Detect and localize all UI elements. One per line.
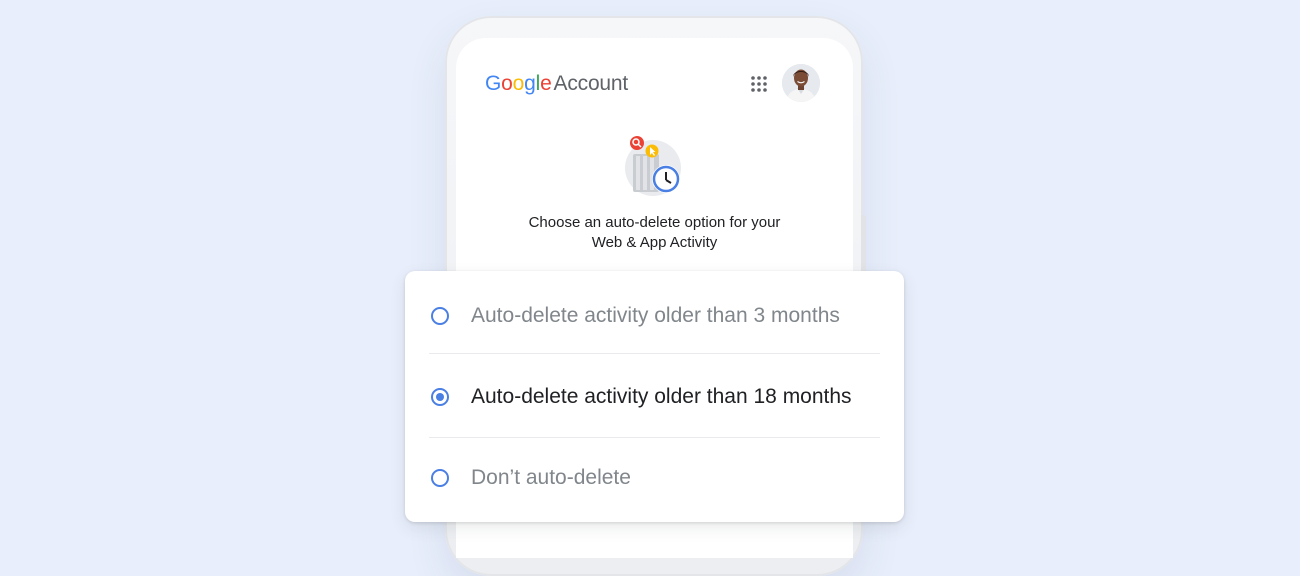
logo-letter: o (512, 72, 525, 95)
logo-letter: G (485, 72, 502, 95)
option-3-months[interactable]: Auto-delete activity older than 3 months (429, 276, 880, 356)
avatar[interactable] (782, 64, 820, 102)
logo-letter: g (524, 72, 536, 95)
headline-line-1: Choose an auto-delete option for your (528, 214, 781, 231)
divider (429, 353, 880, 354)
option-label: Don’t auto-delete (471, 466, 631, 489)
apps-grid-icon[interactable] (750, 75, 768, 93)
option-18-months[interactable]: Auto-delete activity older than 18 month… (429, 357, 880, 437)
option-label: Auto-delete activity older than 18 month… (471, 385, 852, 408)
phone-side-button (861, 215, 866, 275)
google-account-logo: GoogleAccount (485, 72, 628, 96)
option-label: Auto-delete activity older than 3 months (471, 304, 840, 327)
logo-letter: e (540, 72, 552, 95)
page-headline: Choose an auto-delete option for your We… (456, 213, 853, 253)
logo-letter: o (501, 72, 513, 95)
headline-line-2: Web & App Activity (591, 234, 718, 251)
radio-button-icon[interactable] (431, 469, 449, 487)
option-dont-auto-delete[interactable]: Don’t auto-delete (429, 438, 880, 518)
radio-button-checked-icon[interactable] (431, 388, 449, 406)
logo-account-text: Account (553, 72, 629, 95)
radio-button-icon[interactable] (431, 307, 449, 325)
app-header: GoogleAccount (485, 64, 824, 102)
auto-delete-illustration-icon (623, 134, 687, 198)
auto-delete-options-card: Auto-delete activity older than 3 months… (405, 271, 904, 522)
